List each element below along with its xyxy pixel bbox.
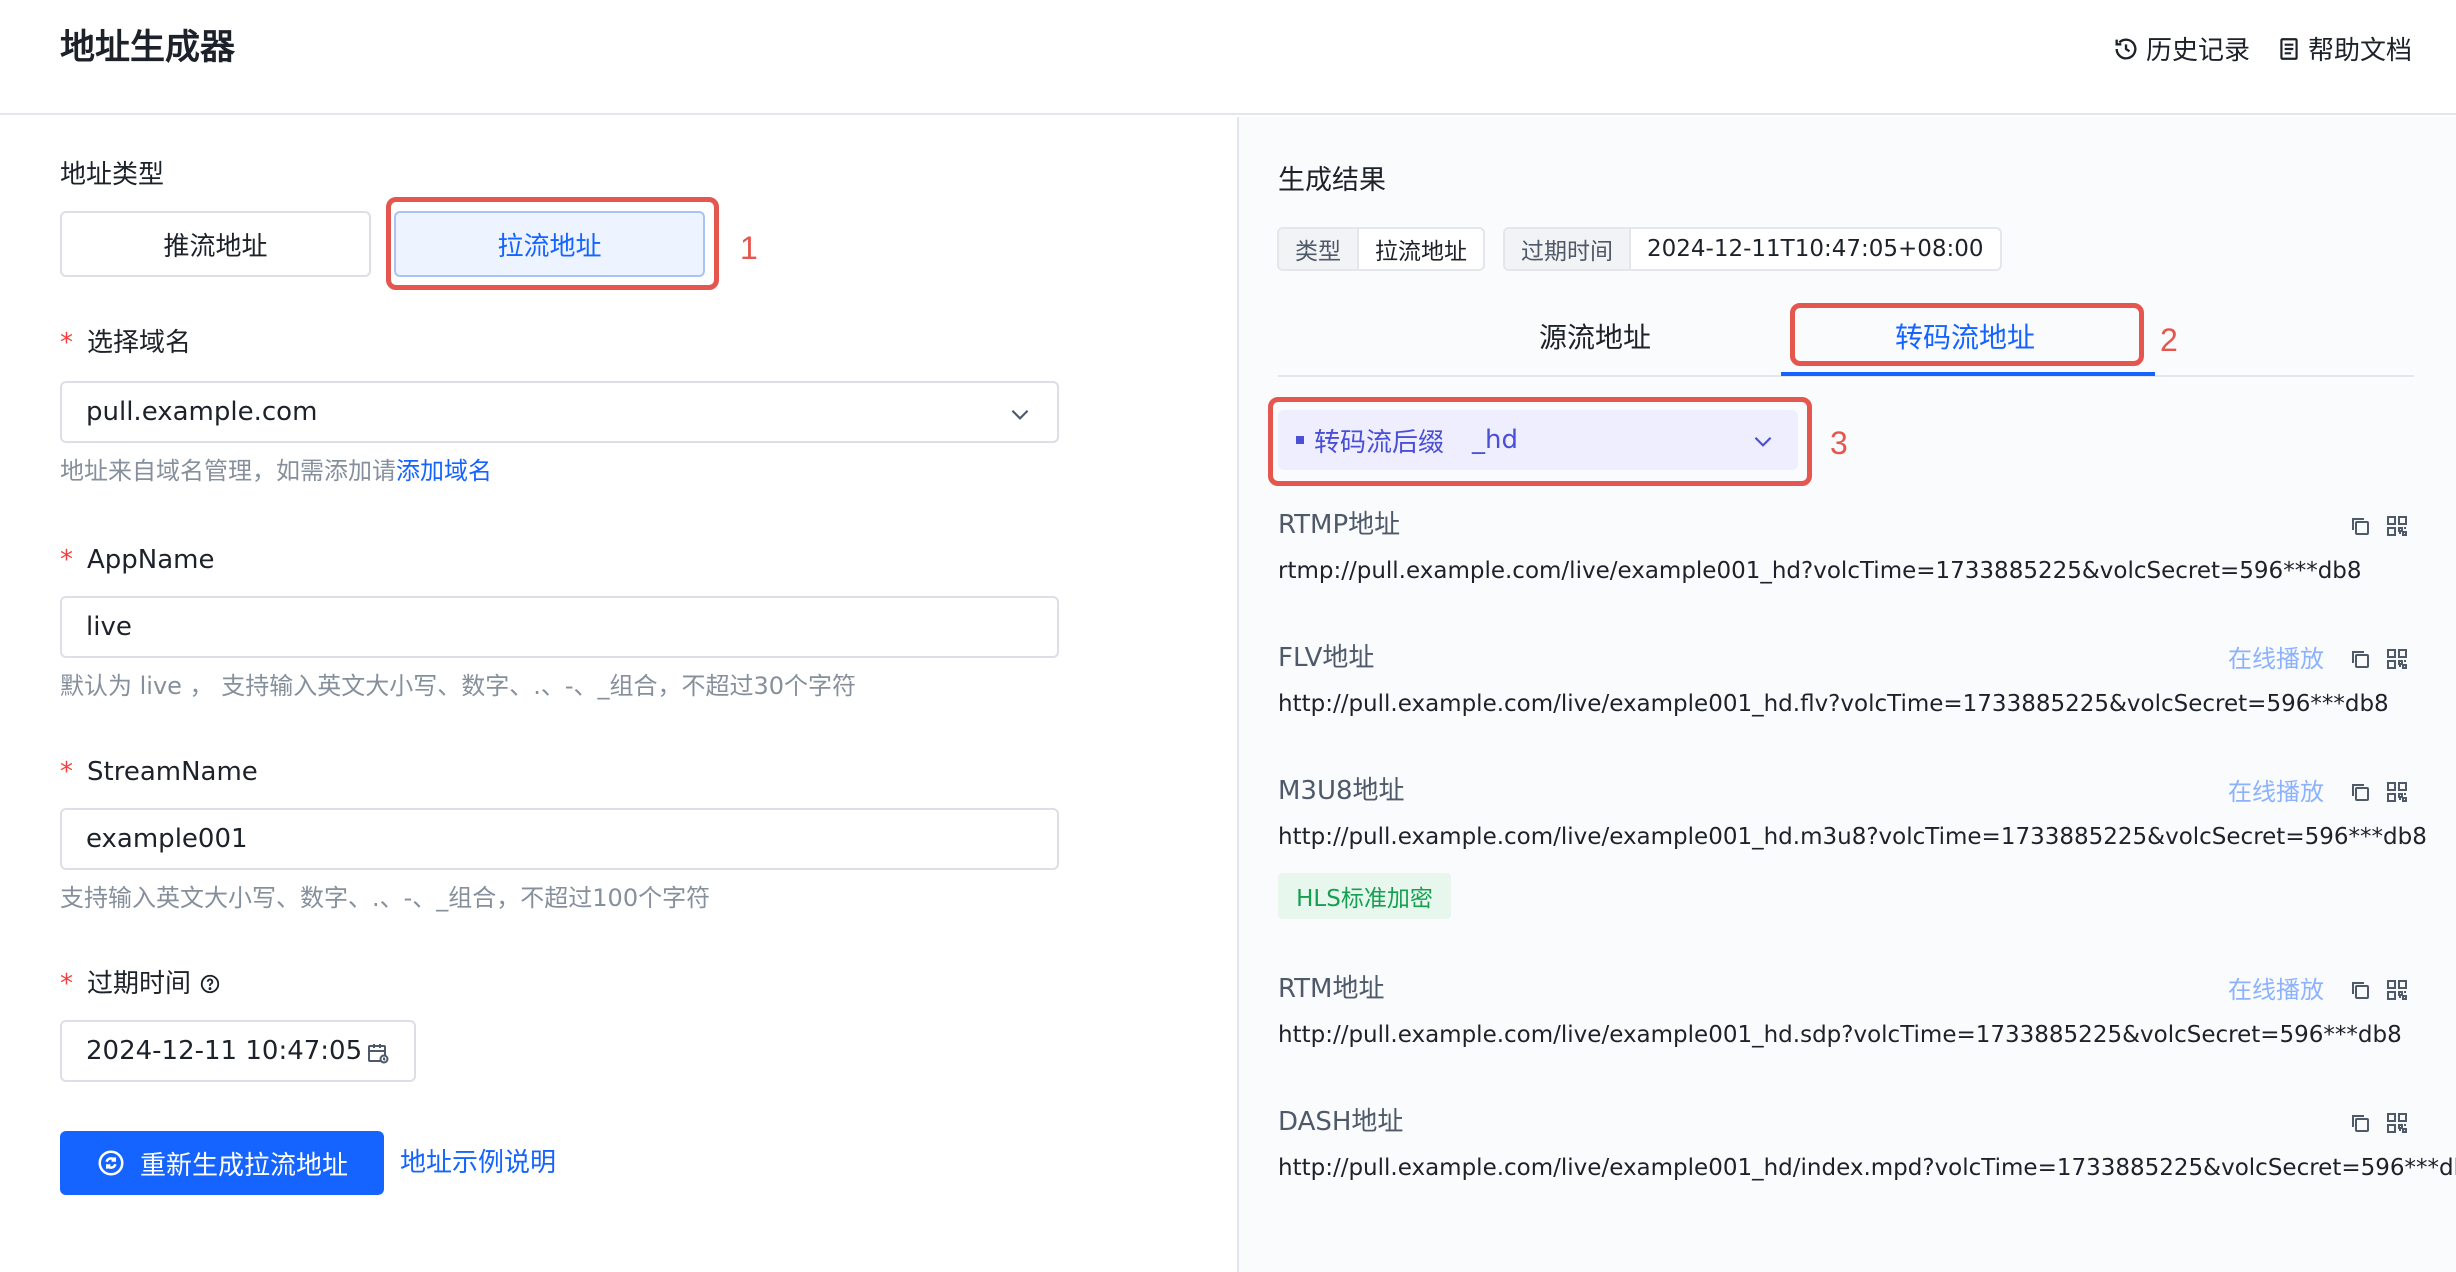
calendar-clock-icon [368,1044,389,1064]
qrcode-icon[interactable] [2385,780,2409,804]
appname-input[interactable]: live [60,596,1059,658]
expire-label: * 过期时间 [60,967,221,1001]
copy-icon[interactable] [2348,514,2372,538]
result-expire-tag: 过期时间 2024-12-11T10:47:05+08:00 [1503,227,2002,271]
expire-time-value: 2024-12-11T10:47:05+08:00 [1647,236,1984,262]
type-key: 类型 [1279,229,1359,269]
qrcode-icon[interactable] [2385,647,2409,671]
required-mark: * [60,969,73,999]
document-icon [2280,37,2298,60]
help-circle-icon[interactable] [199,973,221,995]
regenerate-label: 重新生成拉流地址 [139,1150,348,1181]
chevron-down-icon [1011,409,1029,420]
app-root: 地址生成器 历史记录 帮助文档 地址类型 推流地址 拉流地址 1 * 选择域名 p… [0,0,2456,1272]
qrcode-icon[interactable] [2385,514,2409,538]
add-domain-link[interactable]: 添加域名 [396,457,492,485]
annotation-box-3 [1268,397,1812,486]
rtmp-address: rtmp://pull.example.com/live/example001_… [1278,558,2362,584]
streamname-label-text: StreamName [87,757,258,787]
m3u8-label: M3U8地址 [1278,776,1405,806]
copy-icon[interactable] [2348,978,2372,1002]
dash-label: DASH地址 [1278,1107,1404,1137]
annotation-box-2 [1790,303,2144,366]
tab-active-indicator [1781,372,2155,376]
rtmp-label: RTMP地址 [1278,510,1401,540]
annotation-number-3: 3 [1830,425,1848,461]
appname-value: live [86,612,132,642]
header-actions: 历史记录 帮助文档 [2086,30,2412,67]
streamname-hint: 支持输入英文大小写、数字、.、-、_组合，不超过100个字符 [60,884,711,912]
streamname-label: * StreamName [60,755,258,789]
result-type-tag: 类型 拉流地址 [1277,227,1485,271]
flv-label: FLV地址 [1278,643,1375,673]
domain-label: * 选择域名 [60,326,191,360]
history-label: 历史记录 [2145,36,2250,66]
expire-key: 过期时间 [1505,229,1631,269]
dash-address: http://pull.example.com/live/example001_… [1278,1155,2456,1181]
type-value: 拉流地址 [1375,239,1467,265]
flv-address: http://pull.example.com/live/example001_… [1278,691,2389,717]
m3u8-address: http://pull.example.com/live/example001_… [1278,824,2427,850]
required-mark: * [60,328,73,358]
expire-value: 2024-12-11 10:47:05 [86,1036,363,1066]
copy-icon[interactable] [2348,647,2372,671]
appname-label: * AppName [60,543,215,577]
hls-encryption-badge: HLS标准加密 [1278,873,1451,919]
refresh-icon [98,1150,124,1176]
page-header: 地址生成器 历史记录 帮助文档 [0,0,2456,115]
history-icon [2115,38,2137,60]
help-docs-button[interactable]: 帮助文档 [2276,30,2412,67]
rtm-label: RTM地址 [1278,974,1385,1004]
domain-hint-text: 地址来自域名管理，如需添加请 [60,457,396,485]
domain-value: pull.example.com [86,397,318,427]
regenerate-pull-address-button[interactable]: 重新生成拉流地址 [60,1131,384,1195]
required-mark: * [60,757,73,787]
help-docs-label: 帮助文档 [2307,36,2412,66]
annotation-number-1: 1 [740,230,758,266]
tab-source-stream[interactable]: 源流地址 [1440,318,1750,358]
copy-icon[interactable] [2348,780,2372,804]
history-button[interactable]: 历史记录 [2112,30,2250,67]
domain-hint: 地址来自域名管理，如需添加请添加域名 [60,455,492,487]
appname-hint: 默认为 live ， 支持输入英文大小写、数字、.、-、_组合，不超过30个字符 [60,672,857,700]
streamname-value: example001 [86,824,248,854]
rtm-address: http://pull.example.com/live/example001_… [1278,1022,2402,1048]
annotation-number-2: 2 [2160,322,2178,358]
m3u8-play-link[interactable]: 在线播放 [2228,776,2324,808]
result-title: 生成结果 [1278,165,1386,196]
required-mark: * [60,545,73,575]
copy-icon[interactable] [2348,1111,2372,1135]
rtm-play-link[interactable]: 在线播放 [2228,974,2324,1006]
address-example-link[interactable]: 地址示例说明 [400,1146,556,1180]
page-title: 地址生成器 [60,28,236,68]
streamname-input[interactable]: example001 [60,808,1059,870]
expire-date-picker[interactable]: 2024-12-11 10:47:05 [60,1020,416,1082]
address-type-label: 地址类型 [60,160,165,190]
domain-label-text: 选择域名 [87,328,192,358]
qrcode-icon[interactable] [2385,1111,2409,1135]
flv-play-link[interactable]: 在线播放 [2228,643,2324,675]
qrcode-icon[interactable] [2385,978,2409,1002]
domain-select[interactable]: pull.example.com [60,381,1059,443]
annotation-box-1 [386,197,719,290]
appname-label-text: AppName [87,545,215,575]
expire-label-text: 过期时间 [87,969,192,999]
push-address-option[interactable]: 推流地址 [60,211,371,277]
